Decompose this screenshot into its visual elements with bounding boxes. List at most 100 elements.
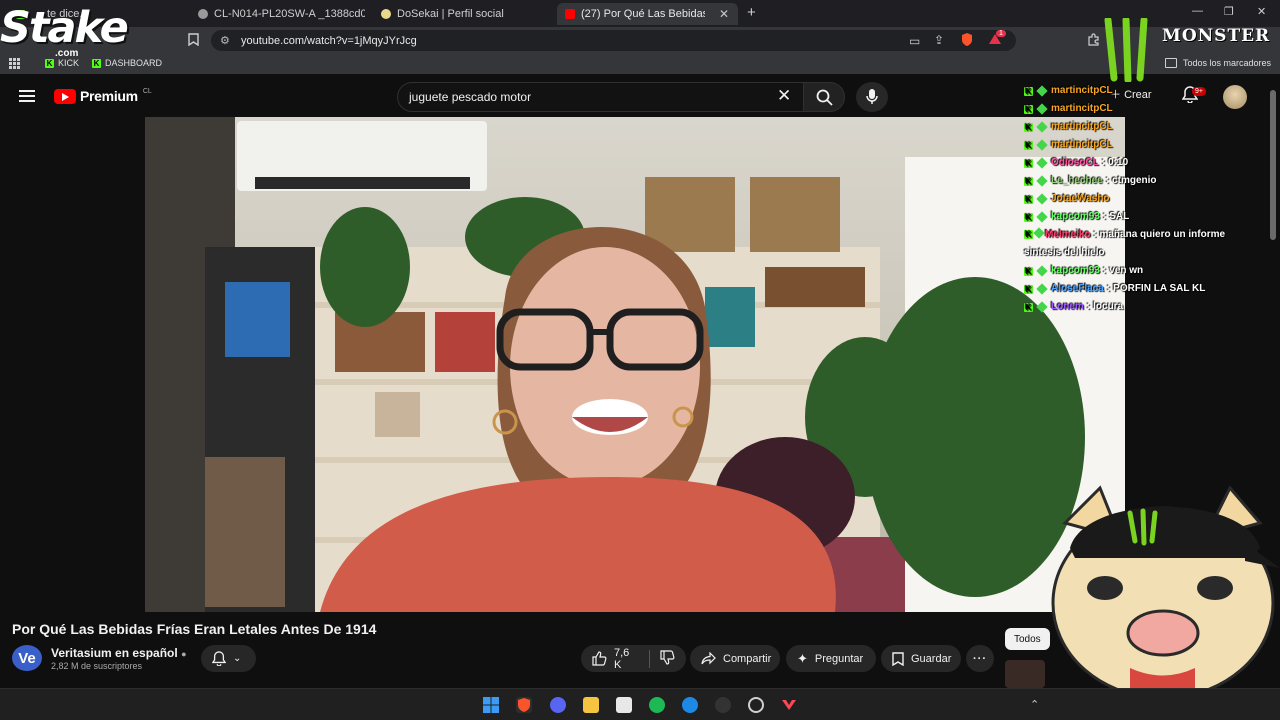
ask-label: Preguntar: [814, 652, 864, 665]
like-button[interactable]: 7,6 K: [592, 647, 639, 671]
subscriber-count: 2,82 M de suscriptores: [51, 661, 143, 671]
globe-icon: [198, 9, 208, 19]
more-dots-icon: ···: [973, 652, 987, 665]
folder-icon: [1165, 58, 1177, 68]
share-page-icon[interactable]: ⇪: [934, 33, 944, 47]
obs-icon[interactable]: [715, 697, 731, 713]
clear-search-icon[interactable]: ✕: [777, 86, 791, 106]
minimize-button[interactable]: —: [1192, 5, 1203, 17]
close-window-button[interactable]: ✕: [1257, 5, 1266, 18]
ask-button[interactable]: ✦ Preguntar: [786, 645, 876, 672]
chat-username: Melmeiko: [1045, 229, 1091, 240]
sparkle-icon: ✦: [797, 650, 808, 666]
kick-icon: K: [1024, 266, 1033, 276]
voice-search-button[interactable]: [856, 82, 888, 112]
filter-chip-all[interactable]: Todos: [1005, 628, 1050, 650]
site-settings-icon[interactable]: ⚙: [220, 34, 230, 47]
stake-domain-text: .com: [55, 48, 79, 59]
chat-username: martincitpCL: [1051, 103, 1113, 114]
tray-chevron-up-icon[interactable]: ⌃: [1030, 698, 1039, 711]
extensions-puzzle-icon[interactable]: [1087, 33, 1100, 49]
chat-message: K Lonem : locura: [1024, 298, 1244, 316]
tab-label: CL-N014-PL20SW-A _1388cd001ff64: [214, 8, 365, 20]
address-bar[interactable]: ⚙ youtube.com/watch?v=1jMqyJYrJcg: [211, 30, 1016, 51]
youtube-play-icon: [54, 88, 76, 104]
share-label: Compartir: [723, 652, 772, 665]
cast-icon[interactable]: ▭: [909, 34, 920, 48]
windows-start-icon[interactable]: [483, 697, 499, 713]
kick-icon: K: [1024, 212, 1033, 222]
chat-badge-icon: [1036, 193, 1048, 205]
valorant-icon[interactable]: [781, 697, 797, 713]
brave-shields-icon[interactable]: [960, 32, 974, 50]
chat-username: AloseFlaca: [1051, 283, 1104, 294]
youtube-icon: [565, 9, 575, 19]
bookmark-label: KICK: [58, 58, 80, 68]
chat-message: KmartincitpCL: [1024, 118, 1244, 136]
bookmark-label: DASHBOARD: [105, 58, 163, 68]
dislike-button[interactable]: [660, 649, 675, 668]
discord-icon[interactable]: [550, 697, 566, 713]
edge-icon[interactable]: [682, 697, 698, 713]
channel-avatar[interactable]: Ve: [12, 645, 42, 671]
all-bookmarks-button[interactable]: Todos los marcadores: [1183, 58, 1271, 68]
video-title: Por Qué Las Bebidas Frías Eran Letales A…: [12, 621, 377, 637]
chat-message: KmartincitpCL: [1024, 100, 1244, 118]
file-explorer-icon[interactable]: [583, 697, 599, 713]
youtube-logo[interactable]: Premium CL: [54, 88, 152, 104]
subscription-bell-button[interactable]: ⌄: [201, 645, 256, 672]
chat-separator: :: [1105, 175, 1110, 186]
channel-name[interactable]: Veritasium en español ●: [51, 646, 187, 660]
chat-text: PORFIN LA SAL KL: [1113, 283, 1206, 294]
related-video-thumbnail[interactable]: [1005, 660, 1045, 688]
search-input[interactable]: juguete pescado motor: [397, 82, 804, 112]
chat-username: martincitpCL: [1051, 121, 1113, 132]
apps-grid-icon[interactable]: [9, 58, 20, 71]
more-actions-button[interactable]: ···: [966, 645, 994, 672]
chat-badge-icon: [1036, 121, 1048, 133]
video-player[interactable]: [145, 117, 1125, 612]
browser-toolbar: ⚙ youtube.com/watch?v=1jMqyJYrJcg ▭ ⇪ 1: [0, 27, 1280, 54]
chat-username: kapcom93: [1051, 211, 1100, 222]
media-player-icon[interactable]: [616, 697, 632, 713]
chat-message: Kkapcom93 : ven wn: [1024, 262, 1244, 280]
chat-message: K OdiosoCL : 0:10: [1024, 154, 1244, 172]
menu-icon[interactable]: [19, 90, 35, 102]
chat-badge-icon: [1036, 85, 1048, 97]
search-button[interactable]: [803, 82, 845, 112]
spotify-icon[interactable]: [649, 697, 665, 713]
share-button[interactable]: Compartir: [690, 645, 780, 672]
divider: [649, 649, 650, 668]
chat-message: K Le_hechee : ctmgenio: [1024, 172, 1244, 190]
chat-badge-icon: [1036, 211, 1048, 223]
page-scrollbar[interactable]: [1270, 90, 1276, 240]
tab-label: DoSekai | Perfil social: [397, 8, 504, 20]
chat-username: kapcom93: [1051, 265, 1100, 276]
kick-icon: K: [1024, 176, 1033, 186]
chat-badge-icon: [1036, 283, 1048, 295]
chat-badge-icon: [1036, 103, 1048, 115]
chat-message: KmartincitpCL: [1024, 136, 1244, 154]
region-code: CL: [142, 87, 152, 95]
tab-youtube-active[interactable]: (27) Por Qué Las Bebidas Frías ✕: [557, 3, 738, 25]
bookmark-dashboard[interactable]: K DASHBOARD: [92, 58, 162, 68]
chat-badge-icon: [1036, 157, 1048, 169]
bookmarks-bar: K KICK K DASHBOARD Todos los marcadores: [0, 54, 1280, 74]
like-count: 7,6 K: [614, 646, 630, 671]
maximize-button[interactable]: ❐: [1224, 5, 1234, 18]
chat-badge-icon: [1033, 227, 1045, 239]
bookmark-icon[interactable]: [188, 33, 199, 49]
chat-message: K JotaeWasho: [1024, 190, 1244, 208]
brave-browser-icon[interactable]: [516, 697, 532, 713]
tab-document[interactable]: CL-N014-PL20SW-A _1388cd001ff64: [190, 3, 365, 25]
like-dislike-group: 7,6 K: [581, 645, 686, 672]
close-tab-icon[interactable]: ✕: [719, 7, 729, 21]
new-tab-button[interactable]: +: [747, 4, 756, 21]
bookmark-kick[interactable]: K KICK: [45, 58, 79, 68]
tab-dosekai[interactable]: DoSekai | Perfil social: [373, 3, 553, 25]
steelseries-icon[interactable]: [748, 697, 764, 713]
chat-message: K Melmeiko : mañana quiero un informe sin…: [1024, 226, 1244, 262]
dosekai-icon: [381, 9, 391, 19]
save-button[interactable]: Guardar: [881, 645, 961, 672]
chat-username: OdiosoCL: [1051, 157, 1099, 168]
